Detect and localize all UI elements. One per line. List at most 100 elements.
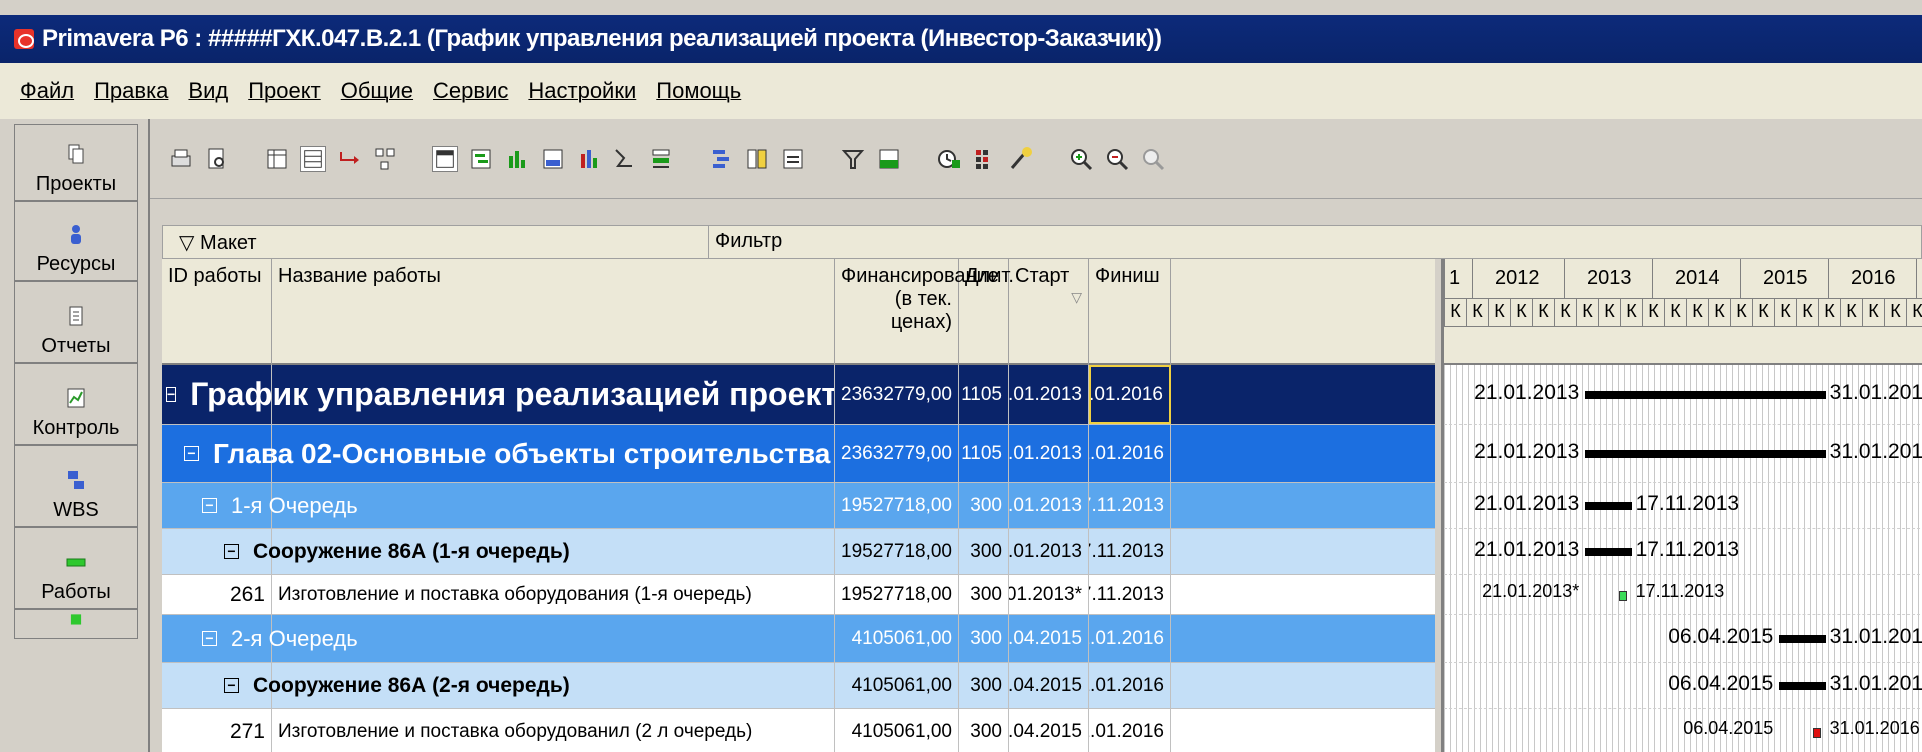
cell-funding: 19527718,00 [835, 529, 959, 574]
filter-icon[interactable] [840, 146, 866, 172]
issues-icon [70, 614, 82, 625]
nav-projects-button[interactable]: Проекты [14, 124, 138, 201]
gantt-bar[interactable] [1585, 391, 1826, 399]
gantt-bar[interactable] [1779, 635, 1826, 643]
assign-resources-icon[interactable] [972, 146, 998, 172]
gantt-bar[interactable] [1585, 502, 1632, 510]
gantt-icon[interactable] [468, 146, 494, 172]
timescale-icon[interactable] [876, 146, 902, 172]
progress-line-icon[interactable] [612, 146, 638, 172]
collapse-toggle-icon[interactable]: − [224, 544, 239, 559]
details-icon[interactable] [540, 146, 566, 172]
col-header-duration[interactable]: Длит. [959, 259, 1014, 365]
wand-icon[interactable] [1008, 146, 1034, 172]
gantt-finish-label: 17.11.2013 [1635, 538, 1740, 561]
wbs-row[interactable]: −1-я Очередь 19527718,00 300 21.01.2013 17.1… [162, 483, 1435, 529]
cell-duration-text: 300 [970, 720, 1002, 742]
gantt-start-label: 06.04.2015 [1668, 625, 1774, 648]
menu-project[interactable]: Проект [248, 78, 320, 104]
level-icon[interactable] [648, 146, 674, 172]
cell-finish-text: 17.11.2013 [1089, 494, 1164, 516]
gantt-bar[interactable] [1619, 591, 1628, 601]
cell-start: 06.04.2015 [1009, 663, 1089, 708]
zoom-out-icon[interactable] [1104, 146, 1130, 172]
col-header-name[interactable]: Название работы [272, 259, 835, 365]
collapse-toggle-icon[interactable]: − [202, 631, 217, 646]
layout-dropdown[interactable]: ▽ Макет [179, 230, 257, 255]
menu-enterprise[interactable]: Общие [341, 78, 413, 104]
layout-icon[interactable] [432, 145, 458, 172]
col-header-start[interactable]: Старт ▽ [1009, 259, 1089, 365]
menu-admin[interactable]: Настройки [528, 78, 636, 104]
cell-funding-text: 4105061,00 [851, 674, 952, 696]
cell-duration: 1105 [959, 365, 1009, 424]
collapse-toggle-icon[interactable]: − [224, 678, 239, 693]
col-header-funding[interactable]: Финансирование (в тек. ценах) [835, 259, 999, 365]
gantt-start-label: 06.04.2015 [1668, 672, 1774, 695]
cell-start-text: 21.01.2013 [1009, 383, 1082, 405]
collapse-toggle-icon[interactable]: − [166, 387, 177, 402]
gantt-row: 06.04.2015 31.01.2016 [1444, 663, 1922, 709]
gantt-quarter-label: К [1686, 299, 1708, 327]
table-view-icon[interactable] [300, 145, 326, 172]
cell-finish-text: 31.01.2016 [1089, 442, 1164, 464]
nav-reports-button[interactable]: Отчеты [14, 281, 138, 363]
gantt-bar[interactable] [1779, 682, 1826, 690]
col-header-id[interactable]: ID работы [162, 259, 272, 365]
menu-help[interactable]: Помощь [656, 78, 741, 104]
cell-name: − Сооружение 86А (2-я очередь) [224, 663, 835, 708]
gantt-start-label: 21.01.2013 [1474, 538, 1580, 561]
col-header-finish[interactable]: Финиш [1089, 259, 1171, 365]
tracking-icon [67, 388, 85, 408]
wbs-row[interactable]: − Глава 02-Основные объекты строительства… [162, 425, 1435, 483]
wbs-row[interactable]: −2-я Очередь 4105061,00 300 06.04.2015 31.01… [162, 615, 1435, 663]
wbs-row[interactable]: −График управления реализацией проекта (… [162, 365, 1435, 425]
zoom-fit-icon[interactable] [1140, 146, 1166, 172]
gantt-bar[interactable] [1585, 450, 1826, 458]
activity-name: Глава 02-Основные объекты строительства [213, 437, 831, 469]
bars-icon[interactable] [780, 146, 806, 172]
filter-label[interactable]: Фильтр [708, 226, 788, 258]
gantt-start-label: 06.04.2015 [1683, 718, 1774, 738]
zoom-in-icon[interactable] [1068, 146, 1094, 172]
menu-edit[interactable]: Правка [94, 78, 168, 104]
resource-usage-icon[interactable] [576, 146, 602, 172]
table-header: ID работы Название работы Финансирование… [162, 259, 1435, 365]
gantt-finish-label: 31.01.2016 [1829, 672, 1922, 695]
activity-row[interactable]: 271 Изготовление и поставка оборудованил … [162, 709, 1435, 752]
columns-icon[interactable] [264, 146, 290, 172]
print-icon[interactable] [168, 146, 194, 172]
nav-activities-button[interactable]: Работы [14, 527, 138, 609]
collapse-toggle-icon[interactable]: − [184, 446, 199, 461]
network-icon[interactable] [372, 146, 398, 172]
cell-name: Изготовление и поставка оборудования (1-… [272, 575, 835, 614]
wbs-row[interactable]: − Сооружение 86А (2-я очередь) 4105061,00 3… [162, 663, 1435, 709]
histogram-icon[interactable] [504, 146, 530, 172]
wbs-row[interactable]: − Сооружение 86А (1-я очередь) 19527718,00… [162, 529, 1435, 575]
menu-view[interactable]: Вид [188, 78, 228, 104]
gantt-bar[interactable] [1813, 728, 1822, 738]
activity-name: Сооружение 86А (2-я очередь) [253, 673, 570, 697]
group-sort-icon[interactable] [708, 146, 734, 172]
menu-file[interactable]: Файл [20, 78, 74, 104]
nav-wbs-button[interactable]: WBS [14, 445, 138, 527]
cell-start: 21.01.2013 [1009, 365, 1089, 424]
link-icon[interactable] [336, 146, 362, 172]
menu-tools[interactable]: Сервис [433, 78, 508, 104]
cell-start-text: 06.04.2015 [1009, 674, 1082, 696]
activity-row[interactable]: 261 Изготовление и поставка оборудования … [162, 575, 1435, 615]
cell-start: 21.01.2013 [1009, 529, 1089, 574]
gantt-year-label: 2014 [1652, 259, 1720, 299]
gantt-bar[interactable] [1585, 548, 1632, 556]
collapse-toggle-icon[interactable]: − [202, 498, 217, 513]
gantt-quarter-label: К [1598, 299, 1620, 327]
gantt-quarter-label: К [1796, 299, 1818, 327]
cell-start-text: 06.04.2015 [1009, 627, 1082, 649]
print-preview-icon[interactable] [204, 146, 230, 172]
title-bar: Primavera P6 : #####ГХК.047.В.2.1 (Графи… [0, 15, 1922, 63]
nav-more-button[interactable] [14, 609, 138, 639]
schedule-icon[interactable] [936, 146, 962, 172]
expand-icon[interactable] [744, 146, 770, 172]
nav-tracking-button[interactable]: Контроль [14, 363, 138, 445]
nav-resources-button[interactable]: Ресурсы [14, 201, 138, 281]
